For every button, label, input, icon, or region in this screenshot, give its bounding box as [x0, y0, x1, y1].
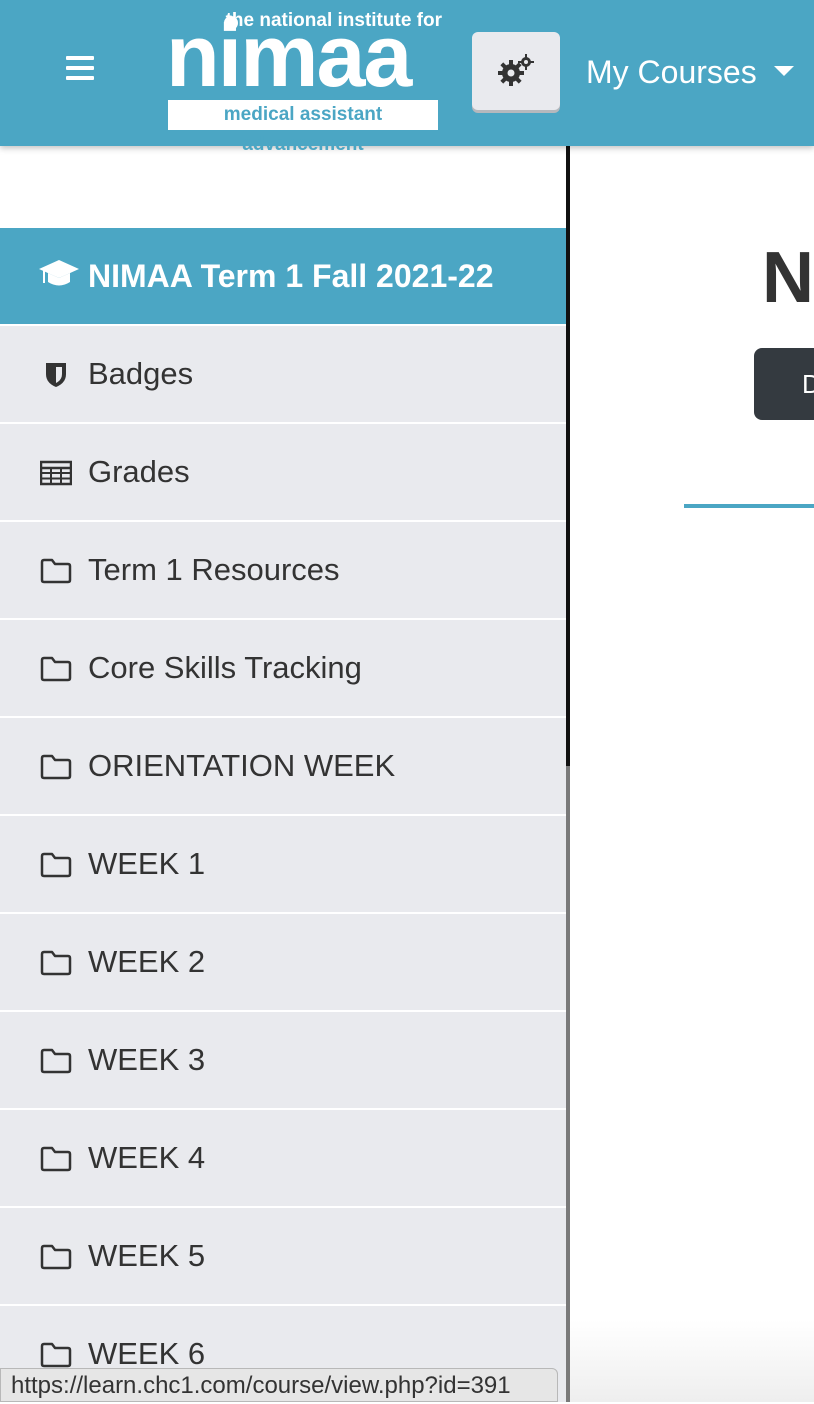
- sidebar-item-label: Badges: [88, 356, 194, 391]
- sidebar-item-label: WEEK 3: [88, 1042, 206, 1077]
- sidebar-item-label: Grades: [88, 454, 190, 489]
- folder-icon: [40, 558, 72, 584]
- sidebar-item-core-skills-tracking[interactable]: Core Skills Tracking: [0, 620, 566, 718]
- sidebar-nav-list: Badges Grades Term 1 Resources Core Skil…: [0, 326, 566, 1404]
- sidebar-item-label: Term 1 Resources: [88, 552, 340, 587]
- folder-icon: [40, 950, 72, 976]
- top-navbar: the national institute for nimaa medical…: [0, 0, 814, 155]
- graduation-cap-icon: [39, 260, 79, 286]
- link-status-bar: https://learn.chc1.com/course/view.php?i…: [0, 1368, 558, 1402]
- sidebar-item-week-4[interactable]: WEEK 4: [0, 1110, 566, 1208]
- sidebar-item-week-5[interactable]: WEEK 5: [0, 1208, 566, 1306]
- hamburger-menu-icon[interactable]: [60, 56, 100, 90]
- main-action-button[interactable]: D: [754, 348, 814, 420]
- table-icon: [40, 460, 72, 486]
- chevron-down-icon[interactable]: [774, 66, 794, 76]
- settings-menu-button[interactable]: [472, 32, 560, 110]
- folder-icon: [40, 1342, 72, 1368]
- sidebar-item-week-3[interactable]: WEEK 3: [0, 1012, 566, 1110]
- sidebar-item-label: WEEK 4: [88, 1140, 206, 1175]
- folder-icon: [40, 754, 72, 780]
- sidebar-item-label: WEEK 1: [88, 846, 206, 881]
- folder-icon: [40, 1244, 72, 1270]
- sidebar-item-week-1[interactable]: WEEK 1: [0, 816, 566, 914]
- course-title: NIMAA Term 1 Fall 2021-22: [88, 258, 494, 294]
- folder-icon: [40, 1146, 72, 1172]
- course-sidebar: NIMAA Term 1 Fall 2021-22 Badges Grades …: [0, 146, 566, 1404]
- page-title: N: [762, 238, 814, 318]
- sidebar-item-badges[interactable]: Badges: [0, 326, 566, 424]
- sidebar-course-home[interactable]: NIMAA Term 1 Fall 2021-22: [0, 228, 566, 324]
- sidebar-divider: [566, 146, 570, 766]
- nimaa-logo[interactable]: the national institute for nimaa medical…: [166, 6, 442, 155]
- sidebar-item-label: WEEK 2: [88, 944, 206, 979]
- sidebar-item-label: WEEK 5: [88, 1238, 206, 1273]
- sidebar-item-label: Core Skills Tracking: [88, 650, 362, 685]
- sidebar-item-term-1-resources[interactable]: Term 1 Resources: [0, 522, 566, 620]
- sidebar-item-grades[interactable]: Grades: [0, 424, 566, 522]
- shield-icon: [46, 363, 66, 387]
- logo-wordmark: nimaa: [166, 6, 412, 105]
- folder-icon: [40, 656, 72, 682]
- folder-icon: [40, 1048, 72, 1074]
- logo-subtitle: medical assistant advancement: [168, 100, 438, 155]
- my-courses-dropdown[interactable]: My Courses: [586, 52, 757, 92]
- sidebar-scrollbar[interactable]: [566, 766, 570, 1402]
- sidebar-item-week-2[interactable]: WEEK 2: [0, 914, 566, 1012]
- sidebar-item-label: ORIENTATION WEEK: [88, 748, 396, 783]
- folder-icon: [40, 852, 72, 878]
- section-divider: [684, 504, 814, 508]
- bottom-fade: [570, 1320, 814, 1402]
- sidebar-item-orientation-week[interactable]: ORIENTATION WEEK: [0, 718, 566, 816]
- gears-icon: [498, 54, 534, 86]
